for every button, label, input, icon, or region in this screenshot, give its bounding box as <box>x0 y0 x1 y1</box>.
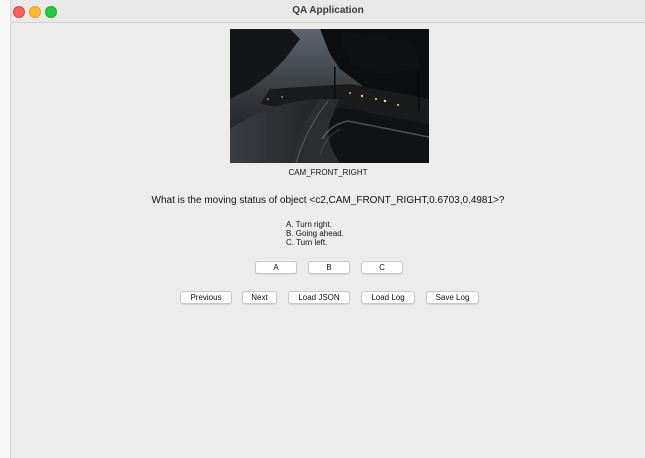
next-button[interactable]: Next <box>242 291 277 304</box>
desktop-edge <box>0 0 10 458</box>
image-caption: CAM_FRONT_RIGHT <box>288 168 368 177</box>
load-log-button[interactable]: Load Log <box>361 291 415 304</box>
window-title: QA Application <box>292 5 364 16</box>
camera-image <box>230 29 429 163</box>
answer-a-button[interactable]: A <box>255 261 297 274</box>
save-log-button[interactable]: Save Log <box>426 291 479 304</box>
option-b-text: B. Going ahead. <box>286 229 344 238</box>
option-a-text: A. Turn right. <box>286 220 332 229</box>
load-json-button[interactable]: Load JSON <box>288 291 350 304</box>
previous-button[interactable]: Previous <box>180 291 232 304</box>
title-bar: QA Application <box>11 0 645 23</box>
qa-application-window: QA Application CAM_FRONT_RIGHT What is t… <box>10 0 645 458</box>
answer-options-list: A. Turn right. B. Going ahead. C. Turn l… <box>286 220 344 247</box>
answer-b-button[interactable]: B <box>308 261 350 274</box>
answer-c-button[interactable]: C <box>361 261 403 274</box>
camera-scene-graphic <box>230 29 429 163</box>
option-c-text: C. Turn left. <box>286 238 328 247</box>
question-text: What is the moving status of object <c2,… <box>151 195 505 206</box>
